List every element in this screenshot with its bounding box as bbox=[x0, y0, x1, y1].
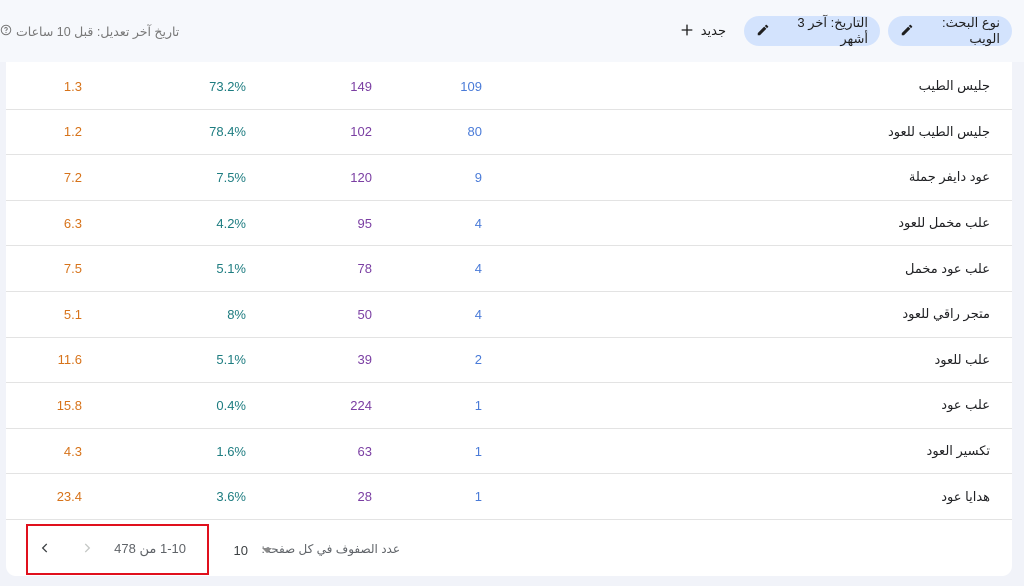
help-circle-icon[interactable] bbox=[0, 24, 12, 39]
clicks-cell: 1 bbox=[474, 489, 482, 505]
clicks-cell: 80 bbox=[467, 124, 482, 140]
clicks-cell: 1 bbox=[474, 397, 482, 413]
new-filter-label: جديد bbox=[700, 23, 726, 38]
new-filter-button[interactable]: جديد bbox=[679, 18, 726, 44]
position-cell: 5.1 bbox=[63, 306, 82, 322]
clicks-cell: 4 bbox=[474, 261, 482, 277]
impressions-cell: 120 bbox=[350, 169, 372, 185]
ctr-cell: 73.2% bbox=[209, 78, 246, 94]
pencil-icon bbox=[756, 23, 770, 40]
date-chip[interactable]: التاريخ: آخر 3 أشهر bbox=[744, 15, 880, 46]
impressions-cell: 63 bbox=[357, 443, 372, 459]
table-row[interactable]: عود دايفر جملة 9 120 7.5% 7.2 bbox=[6, 155, 1012, 201]
table-row[interactable]: علب للعود 2 39 5.1% 11.6 bbox=[6, 338, 1012, 384]
table-row[interactable]: علب عود 1 224 0.4% 15.8 bbox=[6, 383, 1012, 429]
chevron-left-icon bbox=[38, 541, 52, 558]
ctr-cell: 5.1% bbox=[216, 352, 246, 368]
table-row[interactable]: جليس الطيب للعود 80 102 78.4% 1.2 bbox=[6, 110, 1012, 156]
query-cell: علب عود bbox=[941, 397, 990, 413]
pagination-footer: عدد الصفوف في كل صفحة: 10 1-10 من 478 bbox=[6, 524, 1012, 576]
clicks-cell: 2 bbox=[474, 352, 482, 368]
rows-per-page-value: 10 bbox=[233, 542, 248, 558]
ctr-cell: 3.6% bbox=[216, 489, 246, 505]
position-cell: 1.3 bbox=[63, 78, 82, 94]
query-cell: علب للعود bbox=[934, 351, 990, 367]
date-label: التاريخ: آخر 3 أشهر bbox=[797, 15, 868, 46]
table-row[interactable]: تكسير العود 1 63 1.6% 4.3 bbox=[6, 429, 1012, 475]
queries-table-card: جليس الطيب 109 149 73.2% 1.3 جليس الطيب للعود… bbox=[6, 62, 1012, 576]
impressions-cell: 39 bbox=[357, 352, 372, 368]
search-type-chip[interactable]: نوع البحث: الويب bbox=[888, 15, 1012, 46]
query-cell: جليس الطيب للعود bbox=[887, 123, 990, 139]
table-row[interactable]: علب مخمل للعود 4 95 4.2% 6.3 bbox=[6, 201, 1012, 247]
position-cell: 23.4 bbox=[56, 489, 82, 505]
ctr-cell: 1.6% bbox=[216, 443, 246, 459]
impressions-cell: 224 bbox=[350, 397, 372, 413]
last-edit-info: تاريخ آخر تعديل: قبل 10 ساعات bbox=[0, 22, 179, 40]
ctr-cell: 5.1% bbox=[216, 261, 246, 277]
table-row[interactable]: علب عود مخمل 4 78 5.1% 7.5 bbox=[6, 246, 1012, 292]
query-cell: جليس الطيب bbox=[918, 78, 990, 94]
rows-per-page-select[interactable]: 10 bbox=[234, 538, 272, 562]
impressions-cell: 50 bbox=[357, 306, 372, 322]
clicks-cell: 4 bbox=[474, 215, 482, 231]
impressions-cell: 102 bbox=[350, 124, 372, 140]
table-row[interactable]: هدايا عود 1 28 3.6% 23.4 bbox=[6, 474, 1012, 520]
pencil-icon bbox=[900, 23, 914, 40]
ctr-cell: 7.5% bbox=[216, 169, 246, 185]
position-cell: 1.2 bbox=[63, 124, 82, 140]
position-cell: 15.8 bbox=[56, 397, 82, 413]
position-cell: 11.6 bbox=[57, 352, 82, 368]
query-cell: هدايا عود bbox=[941, 488, 990, 504]
table-row[interactable]: جليس الطيب 109 149 73.2% 1.3 bbox=[6, 64, 1012, 110]
impressions-cell: 78 bbox=[357, 261, 372, 277]
ctr-cell: 4.2% bbox=[216, 215, 246, 231]
query-cell: تكسير العود bbox=[926, 443, 990, 459]
ctr-cell: 0.4% bbox=[216, 397, 246, 413]
last-edit-text: تاريخ آخر تعديل: قبل 10 ساعات bbox=[16, 24, 180, 39]
next-page-button[interactable] bbox=[74, 536, 100, 562]
filter-bar: نوع البحث: الويب التاريخ: آخر 3 أشهر جدي… bbox=[0, 0, 1024, 62]
clicks-cell: 1 bbox=[474, 443, 482, 459]
position-cell: 7.5 bbox=[63, 261, 82, 277]
ctr-cell: 8% bbox=[227, 306, 246, 322]
impressions-cell: 149 bbox=[350, 78, 372, 94]
position-cell: 4.3 bbox=[63, 443, 82, 459]
chevron-right-icon bbox=[80, 541, 94, 558]
impressions-cell: 28 bbox=[357, 489, 372, 505]
search-type-label: نوع البحث: الويب bbox=[942, 15, 1000, 46]
query-cell: علب عود مخمل bbox=[904, 260, 990, 276]
query-cell: متجر راقي للعود bbox=[902, 306, 990, 322]
position-cell: 7.2 bbox=[63, 169, 82, 185]
table-row[interactable]: متجر راقي للعود 4 50 8% 5.1 bbox=[6, 292, 1012, 338]
query-cell: علب مخمل للعود bbox=[898, 215, 990, 231]
clicks-cell: 4 bbox=[474, 306, 482, 322]
rows-per-page-label: عدد الصفوف في كل صفحة: bbox=[261, 542, 400, 556]
clicks-cell: 9 bbox=[474, 169, 482, 185]
clicks-cell: 109 bbox=[460, 78, 482, 94]
query-cell: عود دايفر جملة bbox=[908, 169, 990, 185]
impressions-cell: 95 bbox=[357, 215, 372, 231]
plus-icon bbox=[679, 22, 695, 41]
previous-page-button[interactable] bbox=[32, 536, 58, 562]
position-cell: 6.3 bbox=[63, 215, 82, 231]
ctr-cell: 78.4% bbox=[209, 124, 246, 140]
dropdown-caret-icon bbox=[262, 547, 272, 553]
pagination-range: 1-10 من 478 bbox=[114, 541, 186, 556]
